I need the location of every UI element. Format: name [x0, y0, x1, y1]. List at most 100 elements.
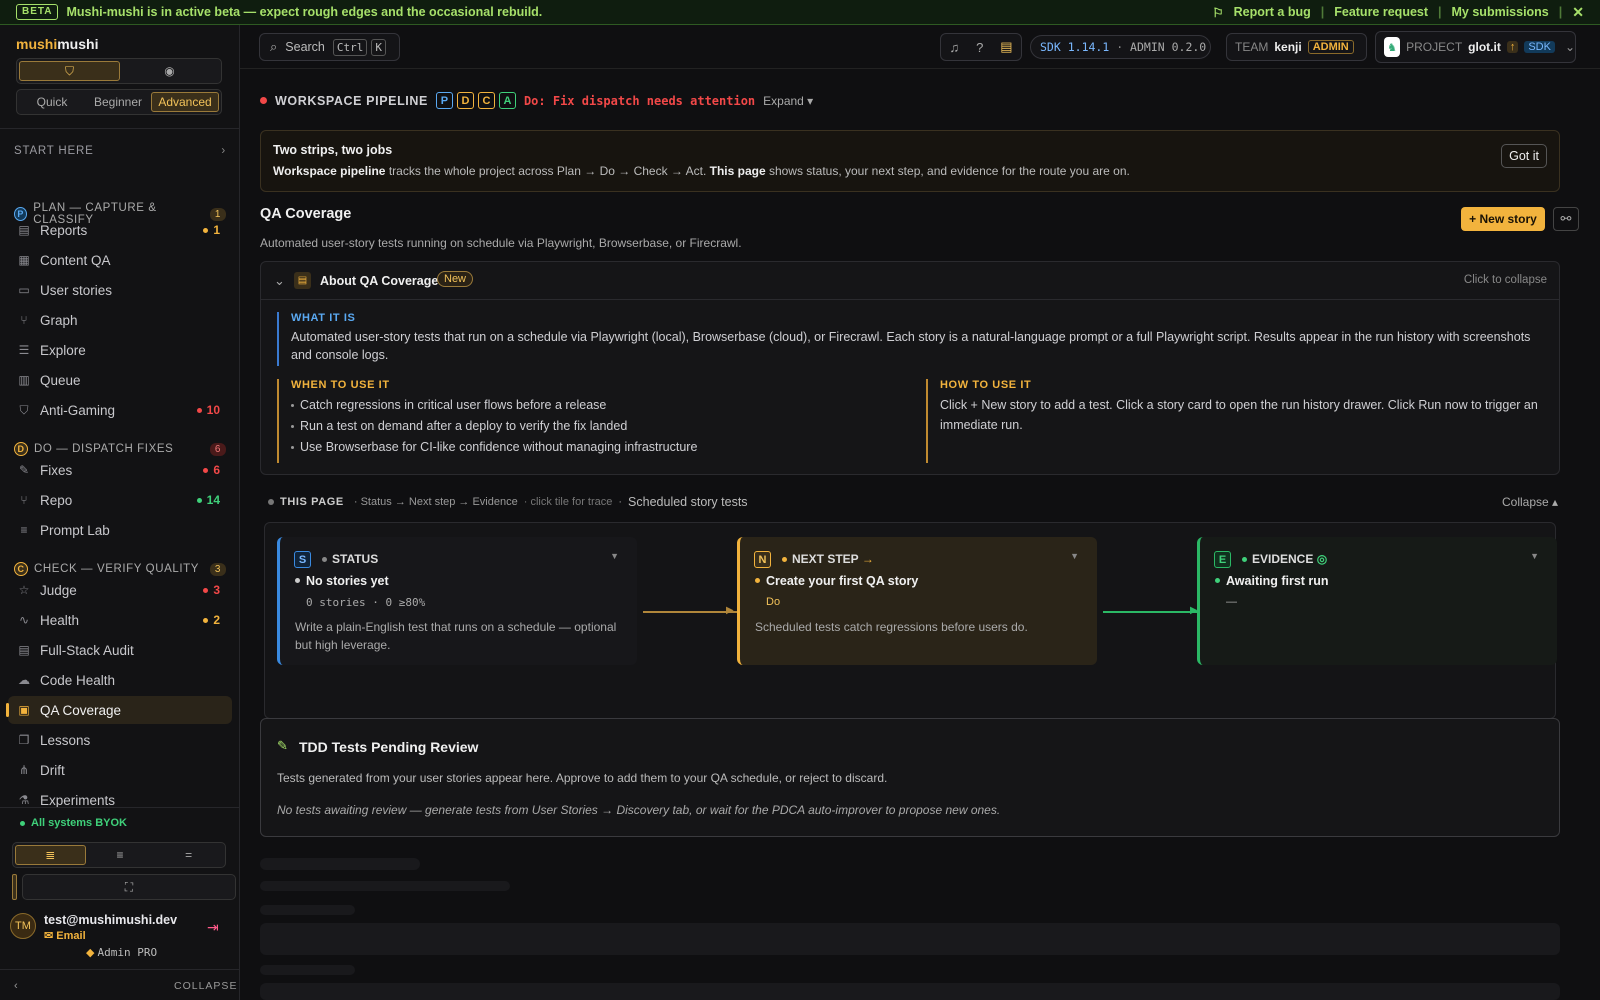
stage-act[interactable]: A — [498, 92, 516, 109]
user-stories-icon: ▭ — [18, 283, 30, 297]
shield-icon: ⛉ — [64, 63, 74, 78]
beta-message: Mushi-mushi is in active beta — expect r… — [66, 5, 543, 19]
tile-menu-icon[interactable]: ▼ — [1070, 551, 1079, 561]
expand-button[interactable]: Expand ▾ — [763, 94, 813, 108]
logout-icon[interactable]: ⇥ — [207, 919, 219, 936]
top-bar: ⌕ Search Ctrl K ♫? ▤ SDK 1.14.1 · ADMIN 0.… — [240, 25, 1600, 69]
stage-do[interactable]: D — [456, 92, 474, 109]
wrench-icon: ✎ — [18, 463, 30, 477]
sidebar-item-health[interactable]: ∿ Health 2 — [8, 606, 232, 634]
brand-logo[interactable]: mushimushi — [16, 36, 98, 52]
start-here-header[interactable]: START HERE › — [14, 145, 226, 157]
sidebar-item-repo[interactable]: ⑂ Repo 14 — [8, 486, 232, 514]
intro-callout: Two strips, two jobs Workspace pipeline … — [260, 130, 1560, 192]
team-switcher[interactable]: TEAM kenji ADMIN — [1226, 33, 1367, 61]
sidebar-item-graph[interactable]: ⑂ Graph — [8, 306, 232, 334]
collapse-sidebar-button[interactable]: COLLAPSE — [174, 980, 237, 992]
sidebar-item-label: User stories — [40, 282, 113, 298]
document-icon: ▤ — [294, 272, 311, 289]
density-normal[interactable]: ≡ — [86, 845, 155, 865]
search-icon: ⌕ — [270, 39, 278, 54]
sidebar-item-content-qa[interactable]: ▦ Content QA — [8, 246, 232, 274]
branch-icon: ⑂ — [20, 493, 28, 507]
sidebar-item-fixes[interactable]: ✎ Fixes 6 — [8, 456, 232, 484]
plan-badge: ◆ Admin PRO — [86, 946, 158, 959]
status-tile[interactable]: S STATUS ▼ No stories yet 0 stories · 0 … — [277, 537, 637, 665]
sidebar-item-drift[interactable]: ⋔ Drift — [8, 756, 232, 784]
sidebar-item-lessons[interactable]: ❐ Lessons — [8, 726, 232, 754]
feature-request-link[interactable]: Feature request — [1334, 5, 1428, 19]
sidebar-item-label: Full-Stack Audit — [40, 642, 134, 658]
stage-check[interactable]: C — [477, 92, 495, 109]
sidebar-item-label: Content QA — [40, 252, 111, 268]
next-step-tile[interactable]: N NEXT STEP → ▼ Create your first QA sto… — [737, 537, 1097, 665]
sidebar-item-label: QA Coverage — [40, 702, 122, 718]
skeleton — [260, 881, 510, 891]
how-to-use: HOW TO USE IT Click + New story to add a… — [926, 379, 1546, 463]
chevron-down-icon: ⌄ — [274, 273, 285, 288]
avatar[interactable]: TM — [10, 913, 36, 939]
mode-beginner[interactable]: Beginner — [85, 92, 151, 112]
nav-badge: 1 — [203, 223, 220, 237]
what-it-is: WHAT IT IS Automated user-story tests th… — [277, 312, 1547, 366]
chat-icon[interactable]: ▤ — [1000, 39, 1012, 55]
content-qa-icon: ▦ — [18, 253, 30, 267]
project-switcher[interactable]: ♞ PROJECT glot.it ↑ SDK ⌄ — [1375, 31, 1576, 63]
density-compact[interactable]: ≣ — [15, 845, 86, 865]
fullscreen-button[interactable]: ⛶ — [22, 874, 236, 900]
search-button[interactable]: ⌕ Search Ctrl K — [259, 33, 400, 61]
next-step-label: NEXT STEP → — [792, 552, 874, 566]
bell-icon[interactable]: ♫ — [949, 40, 959, 55]
upgrade-icon: ↑ — [1506, 41, 1519, 53]
chevron-left-icon[interactable]: ‹ — [14, 980, 18, 992]
sidebar-item-queue[interactable]: ▥ Queue — [8, 366, 232, 394]
strip-dot — [268, 499, 274, 505]
sidebar-item-label: Fixes — [40, 462, 73, 478]
sidebar-item-experiments[interactable]: ⚗ Experiments — [8, 786, 232, 814]
sidebar-item-anti-gaming[interactable]: ⛉ Anti-Gaming 10 — [8, 396, 232, 424]
help-icon[interactable]: ? — [976, 40, 983, 55]
skeleton — [260, 983, 1560, 1000]
density-relaxed[interactable]: = — [154, 845, 223, 865]
stage-plan[interactable]: P — [435, 92, 453, 109]
close-icon[interactable]: ✕ — [1572, 4, 1584, 21]
sidebar-item-judge[interactable]: ☆ Judge 3 — [8, 576, 232, 604]
queue-icon: ▥ — [18, 373, 30, 387]
list-item: Catch regressions in critical user flows… — [291, 398, 897, 412]
report-bug-link[interactable]: Report a bug — [1234, 5, 1311, 19]
my-submissions-link[interactable]: My submissions — [1452, 5, 1549, 19]
skeleton — [260, 858, 420, 870]
nav-group-d[interactable]: D DO — DISPATCH FIXES 6 — [14, 442, 226, 456]
nav-group-c[interactable]: C CHECK — VERIFY QUALITY 3 — [14, 562, 226, 576]
link-icon[interactable]: ⚯ — [1553, 207, 1579, 231]
sidebar-item-qa-coverage[interactable]: ▣ QA Coverage — [6, 696, 232, 724]
pipeline-alert[interactable]: Do: Fix dispatch needs attention — [524, 94, 755, 108]
sidebar-item-code-health[interactable]: ☁ Code Health — [8, 666, 232, 694]
list-item: Run a test on demand after a deploy to v… — [291, 419, 897, 433]
sidebar-item-label: Repo — [40, 492, 73, 508]
sidebar: mushimushi ⛉ ◉ Quick Beginner Advanced S… — [0, 25, 240, 1000]
collapse-hint[interactable]: Click to collapse — [1464, 274, 1547, 286]
new-story-button[interactable]: + New story — [1461, 207, 1545, 231]
mode-quick[interactable]: Quick — [19, 92, 85, 112]
sidebar-item-user-stories[interactable]: ▭ User stories — [8, 276, 232, 304]
sidebar-item-prompt-lab[interactable]: ≡ Prompt Lab — [8, 516, 232, 544]
prompt-icon: ≡ — [20, 523, 28, 537]
shield-mode-button[interactable]: ⛉ — [19, 61, 120, 81]
flask-icon: ⚗ — [18, 793, 30, 807]
got-it-button[interactable]: Got it — [1501, 144, 1547, 168]
sidebar-item-explore[interactable]: ☰ Explore — [8, 336, 232, 364]
shield-icon: ⛉ — [19, 402, 29, 417]
sidebar-item-reports[interactable]: ▤ Reports 1 — [8, 216, 232, 244]
strip-collapse-button[interactable]: Collapse ▴ — [1502, 495, 1558, 509]
mode-advanced[interactable]: Advanced — [151, 92, 219, 112]
evidence-tile[interactable]: E EVIDENCE ◎ ▼ Awaiting first run — — [1197, 537, 1557, 665]
sidebar-item-full-stack-audit[interactable]: ▤ Full-Stack Audit — [8, 636, 232, 664]
tile-menu-icon[interactable]: ▼ — [1530, 551, 1539, 561]
resize-handle[interactable] — [12, 874, 17, 900]
nav-badge: 10 — [196, 403, 220, 417]
tile-menu-icon[interactable]: ▼ — [610, 551, 619, 561]
group-title: CHECK — VERIFY QUALITY — [34, 563, 200, 575]
project-logo-icon: ♞ — [1384, 37, 1401, 57]
eye-mode-button[interactable]: ◉ — [120, 61, 219, 81]
